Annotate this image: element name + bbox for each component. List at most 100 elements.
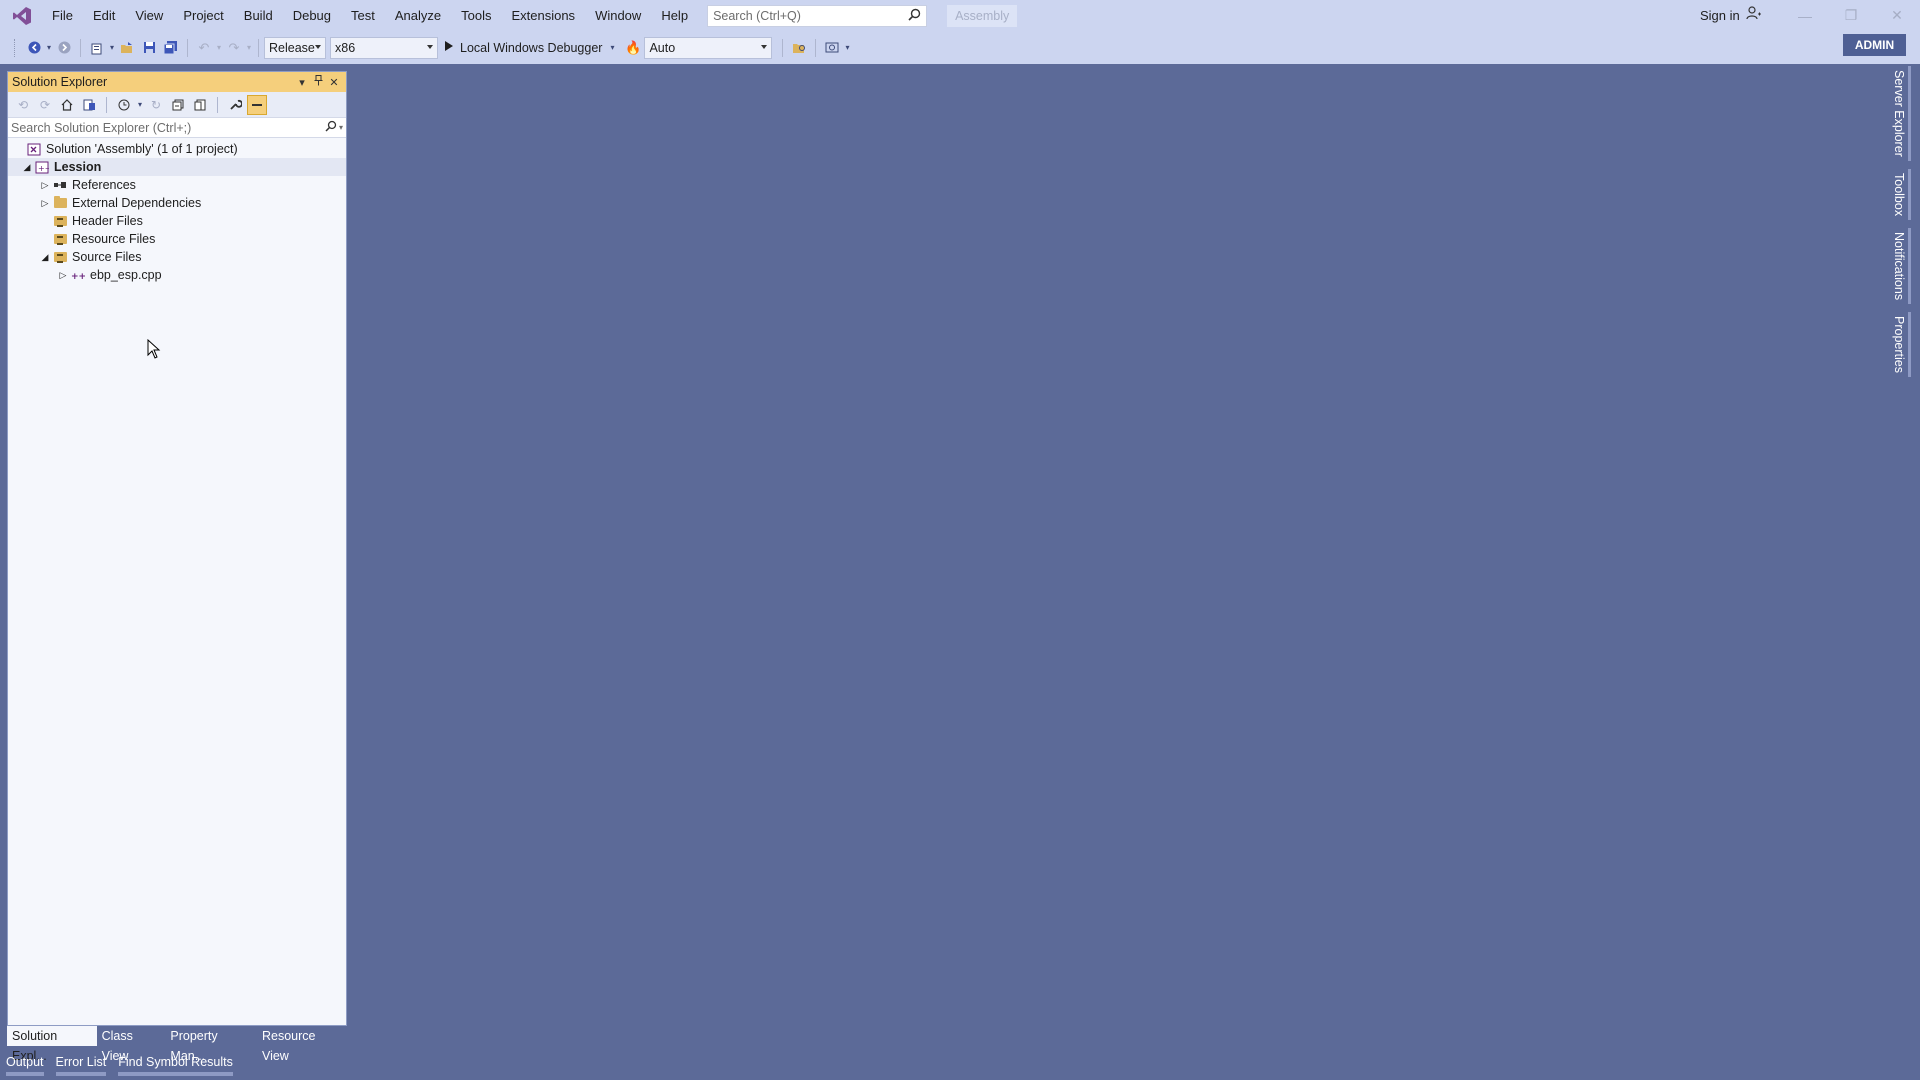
filter-folder-icon — [52, 250, 68, 264]
forward-icon[interactable]: ⟳ — [35, 95, 55, 115]
close-panel-icon[interactable]: ✕ — [326, 76, 342, 89]
tab-toolbox[interactable]: Toolbox — [1890, 168, 1911, 220]
chevron-down-icon — [761, 44, 768, 49]
admin-badge[interactable]: ADMIN — [1843, 34, 1906, 56]
new-project-icon[interactable] — [86, 37, 108, 59]
window-position-dropdown-icon[interactable]: ▾ — [294, 76, 310, 89]
search-icon[interactable] — [325, 120, 337, 135]
solution-explorer-header[interactable]: Solution Explorer ▾ ✕ — [8, 72, 346, 92]
back-icon[interactable]: ⟲ — [13, 95, 33, 115]
tree-item-source-file[interactable]: ▷ ++ ebp_esp.cpp — [8, 266, 346, 284]
tab-find-symbol-results[interactable]: Find Symbol Results — [112, 1052, 239, 1076]
menu-tools[interactable]: Tools — [451, 0, 501, 31]
tab-class-view[interactable]: Class View — [97, 1026, 166, 1063]
menu-project[interactable]: Project — [173, 0, 233, 31]
switch-views-icon[interactable] — [79, 95, 99, 115]
expand-arrow-icon[interactable]: ▷ — [38, 198, 52, 209]
close-icon: ✕ — [1891, 7, 1903, 23]
tree-item-source-files[interactable]: ◢ Source Files — [8, 248, 346, 266]
collapse-arrow-icon[interactable]: ◢ — [38, 252, 52, 263]
menu-analyze[interactable]: Analyze — [385, 0, 451, 31]
toolbar-grip[interactable] — [14, 38, 17, 57]
tree-item-solution[interactable]: Solution 'Assembly' (1 of 1 project) — [8, 140, 346, 158]
navigate-forward-icon[interactable] — [53, 37, 75, 59]
navigate-back-icon[interactable] — [23, 37, 45, 59]
source-files-label: Source Files — [72, 250, 142, 264]
menu-extensions[interactable]: Extensions — [501, 0, 585, 31]
search-placeholder: Search Solution Explorer (Ctrl+;) — [11, 120, 192, 135]
tree-item-resource-files[interactable]: Resource Files — [8, 230, 346, 248]
tab-find-symbol-results-label: Find Symbol Results — [118, 1055, 233, 1069]
save-all-icon[interactable] — [160, 37, 182, 59]
tab-notifications[interactable]: Notifications — [1890, 227, 1911, 305]
open-file-icon[interactable] — [116, 37, 138, 59]
collapse-arrow-icon[interactable]: ◢ — [20, 162, 34, 173]
expand-arrow-icon[interactable]: ▷ — [56, 270, 70, 281]
redo-icon[interactable]: ↷ — [223, 37, 245, 59]
account-icon — [1746, 0, 1762, 31]
tree-item-references[interactable]: ▷ References — [8, 176, 346, 194]
sync-icon[interactable]: ↻ — [146, 95, 166, 115]
sign-in-label: Sign in — [1700, 8, 1740, 23]
solution-explorer-search-input[interactable]: Search Solution Explorer (Ctrl+;) ▾ — [8, 118, 346, 138]
tab-error-list[interactable]: Error List — [50, 1052, 113, 1076]
close-window-button[interactable]: ✕ — [1874, 0, 1920, 31]
search-options-dropdown-icon[interactable]: ▾ — [339, 123, 343, 132]
home-icon[interactable] — [57, 95, 77, 115]
menu-debug[interactable]: Debug — [283, 0, 341, 31]
minimize-button[interactable]: — — [1782, 0, 1828, 31]
auto-combo[interactable]: Auto — [644, 36, 773, 59]
tab-solution-explorer[interactable]: Solution Expl... — [7, 1026, 97, 1063]
expand-arrow-icon[interactable]: ▷ — [38, 180, 52, 191]
cpp-file-icon: ++ — [70, 268, 86, 282]
search-icon[interactable] — [908, 8, 921, 24]
tab-output-label: Output — [6, 1055, 44, 1069]
screen-capture-icon[interactable] — [821, 37, 843, 59]
menu-build[interactable]: Build — [234, 0, 283, 31]
new-project-dropdown-icon[interactable]: ▾ — [108, 43, 116, 52]
tab-server-explorer[interactable]: Server Explorer — [1890, 66, 1911, 161]
properties-wrench-icon[interactable] — [225, 95, 245, 115]
cpp-project-icon: ++ — [34, 160, 50, 174]
tab-property-manager[interactable]: Property Man... — [165, 1026, 257, 1063]
toolbar-separator — [217, 96, 218, 113]
toolbar-separator — [815, 38, 817, 57]
toolbar-options-icon[interactable]: ▾ — [843, 43, 851, 52]
search-input[interactable]: Search (Ctrl+Q) — [707, 4, 928, 27]
save-icon[interactable] — [138, 37, 160, 59]
undo-dropdown-icon[interactable]: ▾ — [215, 43, 223, 52]
undo-icon[interactable]: ↶ — [193, 37, 215, 59]
tab-properties[interactable]: Properties — [1890, 312, 1911, 378]
tree-item-project[interactable]: ◢ ++ Lession — [8, 158, 346, 176]
find-in-files-icon[interactable] — [788, 37, 810, 59]
collapse-all-icon[interactable] — [168, 95, 188, 115]
svg-text:++: ++ — [38, 164, 49, 173]
menu-view[interactable]: View — [125, 0, 173, 31]
solution-configuration-combo[interactable]: Release — [264, 36, 326, 59]
restore-button[interactable]: ❐ — [1828, 0, 1874, 31]
resource-files-label: Resource Files — [72, 232, 156, 246]
sign-in-button[interactable]: Sign in — [1700, 0, 1762, 31]
hot-reload-icon[interactable]: 🔥 — [622, 37, 644, 59]
menu-window[interactable]: Window — [585, 0, 651, 31]
menu-help[interactable]: Help — [651, 0, 698, 31]
tab-output[interactable]: Output — [0, 1052, 50, 1076]
tree-item-header-files[interactable]: Header Files — [8, 212, 346, 230]
pin-icon[interactable] — [310, 75, 326, 89]
menu-edit[interactable]: Edit — [83, 0, 125, 31]
tab-resource-view[interactable]: Resource View — [257, 1026, 347, 1063]
show-all-files-icon[interactable] — [190, 95, 210, 115]
redo-dropdown-icon[interactable]: ▾ — [245, 43, 253, 52]
tree-item-external-dependencies[interactable]: ▷ External Dependencies — [8, 194, 346, 212]
menu-file[interactable]: File — [42, 0, 83, 31]
preview-selected-items-icon[interactable] — [247, 94, 267, 115]
debugger-dropdown-icon[interactable]: ▾ — [608, 43, 616, 52]
pending-changes-filter-icon[interactable] — [114, 95, 134, 115]
menu-test[interactable]: Test — [341, 0, 385, 31]
start-debugging-button[interactable]: Local Windows Debugger ▾ — [438, 37, 622, 59]
filter-folder-icon — [52, 214, 68, 228]
solution-platform-combo[interactable]: x86 — [330, 36, 438, 59]
filter-dropdown-icon[interactable]: ▾ — [136, 100, 144, 109]
platform-value: x86 — [335, 40, 356, 55]
navigate-back-dropdown-icon[interactable]: ▾ — [45, 43, 53, 52]
